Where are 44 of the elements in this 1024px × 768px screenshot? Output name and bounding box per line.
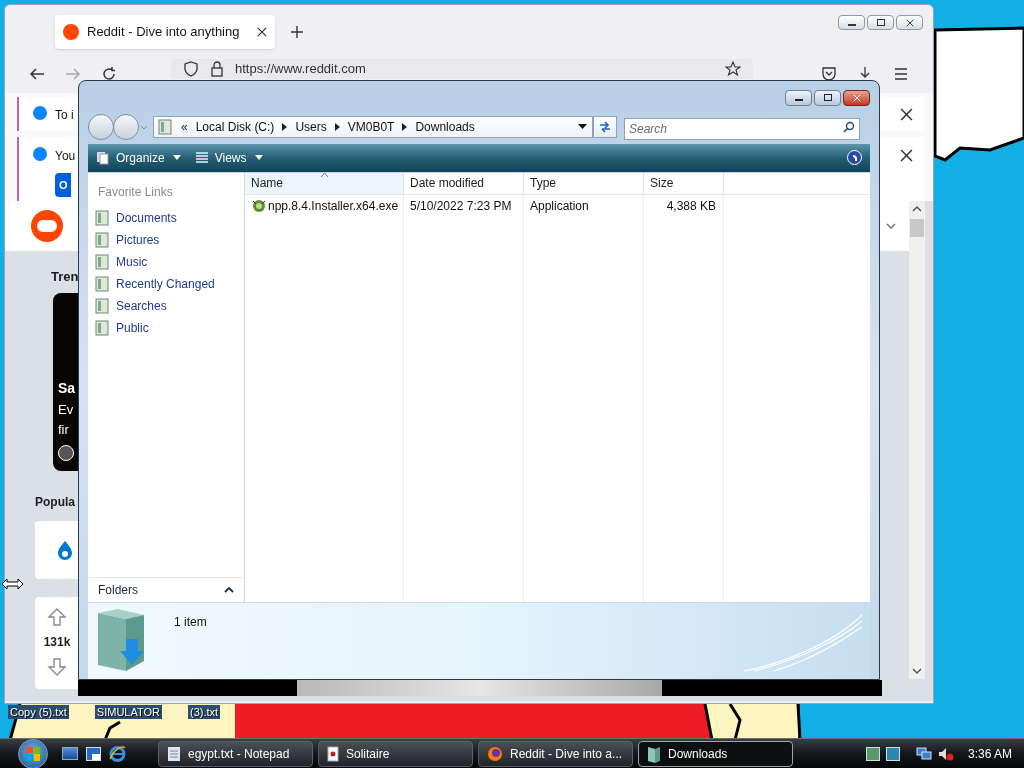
table-cell-text: Application xyxy=(530,197,589,215)
taskbar-button[interactable]: egypt.txt - Notepad xyxy=(158,740,313,767)
favorite-link[interactable]: Searches xyxy=(88,294,244,317)
browser-tab[interactable]: Reddit - Dive into anything xyxy=(55,15,275,49)
ok-button[interactable]: O xyxy=(55,173,71,197)
breadcrumb-item[interactable]: Users xyxy=(295,117,327,136)
section-heading: Popula xyxy=(35,493,75,511)
card-text: fir xyxy=(58,420,70,439)
taskbar-button[interactable]: Reddit - Dive into a... xyxy=(478,740,633,767)
address-bar[interactable]: « Local Disk (C:) Users VM0B0T Downloads xyxy=(153,115,593,138)
desktop-icon-label[interactable]: (3).txt xyxy=(188,705,221,719)
toolbar-button[interactable]: Views xyxy=(194,148,263,167)
breadcrumb-item[interactable]: VM0B0T xyxy=(347,117,395,136)
clock[interactable]: 3:36 AM xyxy=(967,744,1012,763)
toolbar-button[interactable]: Organize xyxy=(96,148,181,167)
taskbar-button[interactable]: Solitaire xyxy=(318,740,473,767)
desktop-icon-label[interactable]: SIMULATOR xyxy=(94,705,163,719)
pane-heading: Favorite Links xyxy=(97,183,174,201)
url-text: https://www.reddit.com xyxy=(235,60,366,79)
column-header[interactable]: Name xyxy=(245,172,404,194)
table-cell-text: npp.8.4.Installer.x64.exe xyxy=(268,197,399,215)
folders-bar[interactable]: Folders xyxy=(88,577,244,603)
section-heading: Tren xyxy=(51,268,79,286)
table-cell-text: 5/10/2022 7:23 PM xyxy=(410,197,512,215)
trending-card[interactable]: Sa Ev fir xyxy=(53,292,78,471)
vote-count: 131k xyxy=(43,633,71,651)
card-title: Sa xyxy=(58,378,77,398)
card-text: Ev xyxy=(58,400,75,419)
favorite-link[interactable]: Recently Changed xyxy=(88,272,244,295)
favorite-link[interactable]: Music xyxy=(88,250,244,273)
notification-text: To i xyxy=(55,107,75,124)
favorite-link[interactable]: Documents xyxy=(88,206,244,229)
search-field[interactable]: Search xyxy=(624,117,860,140)
url-bar[interactable]: https://www.reddit.com xyxy=(171,59,753,79)
notification-text: You xyxy=(55,148,77,165)
favorite-link[interactable]: Pictures xyxy=(88,228,244,251)
overflow-chevron[interactable]: « xyxy=(181,119,188,134)
favorite-link[interactable]: Public xyxy=(88,316,244,339)
item-count: 1 item xyxy=(174,614,207,632)
taskbar-button[interactable]: Downloads xyxy=(638,740,793,767)
breadcrumb-item[interactable]: Downloads xyxy=(415,117,475,136)
table-cell-text: 4,388 KB xyxy=(666,197,716,215)
desktop-icon-label[interactable]: Copy (5).txt xyxy=(8,705,69,719)
breadcrumb-item[interactable]: Local Disk (C:) xyxy=(195,117,275,136)
